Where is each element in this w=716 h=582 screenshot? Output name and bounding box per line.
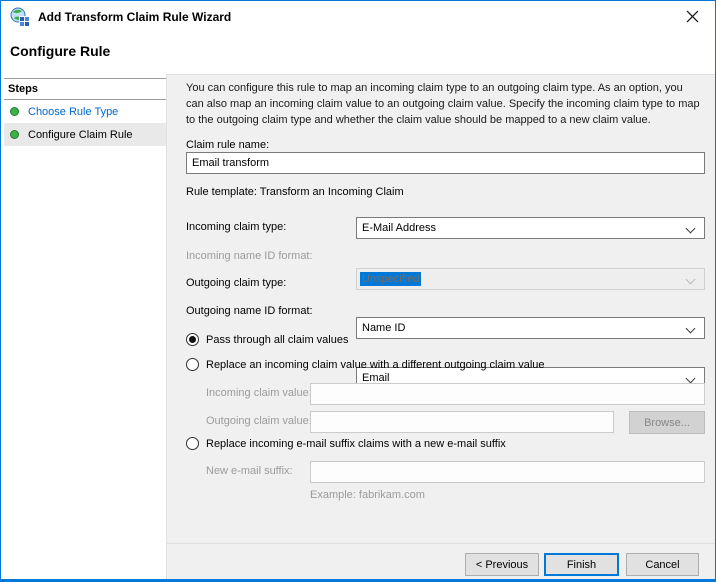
description-text: You can configure this rule to map an in… <box>186 82 700 126</box>
incoming-claim-type-combobox[interactable]: E-Mail Address <box>356 217 705 239</box>
radio-replace-value[interactable]: Replace an incoming claim value with a d… <box>186 358 545 371</box>
wizard-app-icon <box>10 7 29 26</box>
outgoing-claim-type-value: Name ID <box>362 322 406 334</box>
step-bullet-icon <box>10 130 19 139</box>
radio-pass-through-label: Pass through all claim values <box>206 333 349 346</box>
radio-button-icon <box>186 437 199 450</box>
radio-replace-value-label: Replace an incoming claim value with a d… <box>206 358 545 371</box>
step-label: Choose Rule Type <box>28 105 119 118</box>
page-header: Configure Rule <box>1 32 715 74</box>
outgoing-name-id-format-label: Outgoing name ID format: <box>186 305 313 317</box>
new-email-suffix-label: New e-mail suffix: <box>206 465 293 477</box>
radio-replace-suffix-label: Replace incoming e-mail suffix claims wi… <box>206 437 506 450</box>
footer-divider <box>167 543 715 544</box>
cancel-button[interactable]: Cancel <box>626 553 699 576</box>
rule-template-text: Rule template: Transform an Incoming Cla… <box>186 186 404 198</box>
chevron-down-icon <box>685 274 696 285</box>
radio-button-icon <box>186 333 199 346</box>
finish-button[interactable]: Finish <box>544 553 619 576</box>
claim-rule-name-label: Claim rule name: <box>186 139 270 151</box>
previous-button[interactable]: < Previous <box>465 553 539 576</box>
incoming-name-id-format-label: Incoming name ID format: <box>186 250 313 262</box>
steps-title: Steps <box>4 79 166 100</box>
outgoing-claim-type-label: Outgoing claim type: <box>186 277 287 289</box>
close-icon <box>686 10 699 23</box>
incoming-name-id-format-combobox: Unspecified <box>356 268 705 290</box>
chevron-down-icon <box>685 223 696 234</box>
browse-button-label: Browse... <box>644 416 690 429</box>
close-button[interactable] <box>670 1 715 32</box>
previous-button-label: < Previous <box>475 558 529 571</box>
step-bullet-icon <box>10 107 19 116</box>
window-title: Add Transform Claim Rule Wizard <box>38 9 232 24</box>
steps-sidebar: Steps Choose Rule Type Configure Claim R… <box>4 78 166 146</box>
incoming-claim-type-value: E-Mail Address <box>362 222 436 234</box>
incoming-claim-value-label: Incoming claim value: <box>206 387 312 399</box>
claim-rule-name-input[interactable]: Email transform <box>186 152 705 174</box>
titlebar[interactable]: Add Transform Claim Rule Wizard <box>1 1 715 32</box>
step-item-choose-rule-type: Choose Rule Type <box>4 100 166 123</box>
chevron-down-icon <box>685 323 696 334</box>
chevron-down-icon <box>685 373 696 384</box>
claim-rule-name-value: Email transform <box>192 157 270 169</box>
cancel-button-label: Cancel <box>645 558 680 571</box>
radio-button-icon <box>186 358 199 371</box>
radio-replace-suffix[interactable]: Replace incoming e-mail suffix claims wi… <box>186 437 506 450</box>
wizard-window: Add Transform Claim Rule Wizard Configur… <box>0 0 716 582</box>
new-email-suffix-input <box>310 461 705 483</box>
page-title: Configure Rule <box>10 43 111 59</box>
browse-button: Browse... <box>629 411 705 434</box>
outgoing-claim-value-input <box>310 411 614 433</box>
incoming-claim-value-input <box>310 383 705 405</box>
outgoing-claim-type-combobox[interactable]: Name ID <box>356 317 705 339</box>
incoming-name-id-format-value: Unspecified <box>360 272 422 286</box>
outgoing-claim-value-label: Outgoing claim value: <box>206 415 312 427</box>
main-panel: You can configure this rule to map an in… <box>166 74 715 579</box>
step-item-configure-claim-rule: Configure Claim Rule <box>4 123 166 146</box>
example-text: Example: fabrikam.com <box>310 489 425 501</box>
finish-button-label: Finish <box>566 558 597 571</box>
incoming-claim-type-label: Incoming claim type: <box>186 221 287 233</box>
radio-pass-through[interactable]: Pass through all claim values <box>186 333 348 346</box>
step-label: Configure Claim Rule <box>28 128 133 141</box>
